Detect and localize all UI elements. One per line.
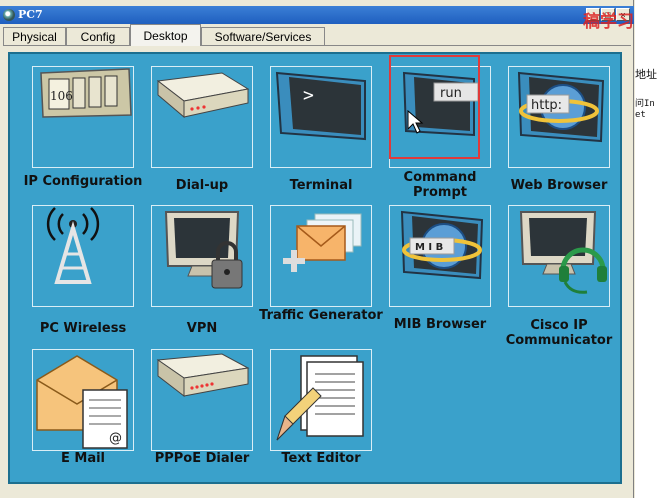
pppoe-dialer-label: PPPoE Dialer (154, 451, 250, 466)
email-icon[interactable]: @ (32, 349, 134, 451)
text-editor-label: Text Editor (281, 451, 361, 466)
mib-browser-label: MIB Browser (393, 317, 487, 332)
run-icon-text: run (440, 86, 462, 101)
web-browser-label: Web Browser (510, 178, 608, 193)
traffic-generator-icon[interactable] (270, 205, 372, 307)
command-prompt-icon[interactable]: run (389, 66, 491, 168)
traffic-generator-label: Traffic Generator (259, 308, 383, 323)
tab-config[interactable]: Config (66, 27, 130, 45)
title-bar[interactable]: PC7 _ □ × (0, 6, 634, 24)
text-editor-icon[interactable] (270, 349, 372, 451)
wireless-tower-icon[interactable] (32, 205, 134, 307)
side-text-1: 地址 (635, 68, 657, 81)
ip-communicator-headset-icon[interactable] (508, 205, 610, 307)
pppoe-modem-icon[interactable] (151, 349, 253, 451)
command-prompt-label: Command Prompt (403, 170, 477, 200)
terminal-prompt-text: > (303, 85, 314, 106)
ip-configuration-icon[interactable]: 106 (32, 66, 134, 168)
packet-tracer-icon (3, 9, 15, 21)
terminal-icon[interactable]: > (270, 66, 372, 168)
tab-desktop[interactable]: Desktop (130, 24, 201, 46)
vpn-lock-icon[interactable] (151, 205, 253, 307)
email-label: E Mail (60, 451, 106, 466)
side-text-3: et (635, 110, 646, 120)
side-text-2: 问In (635, 99, 655, 109)
pc-wireless-label: PC Wireless (39, 321, 127, 336)
tab-software-services[interactable]: Software/Services (201, 27, 325, 45)
modem-icon[interactable] (151, 66, 253, 168)
window-title: PC7 (18, 8, 43, 21)
ip-icon-text: 106 (50, 89, 73, 103)
vpn-label: VPN (186, 321, 218, 336)
http-icon-text: http: (531, 98, 562, 113)
cisco-ip-communicator-label: Cisco IP Communicator (505, 318, 613, 348)
web-browser-icon[interactable]: http: (508, 66, 610, 168)
tab-divider (3, 45, 631, 46)
at-sign-text: @ (109, 431, 122, 446)
dial-up-label: Dial-up (175, 178, 229, 193)
mib-icon-text: M I B (415, 242, 443, 253)
terminal-label: Terminal (289, 178, 353, 193)
ip-configuration-label: IP Configuration (23, 174, 143, 189)
background-window-edge: 地址 问In et (635, 0, 658, 498)
tab-physical[interactable]: Physical (3, 27, 66, 45)
mib-browser-icon[interactable]: M I B (389, 205, 491, 307)
overlay-watermark-text: 稿学习 (583, 12, 634, 32)
